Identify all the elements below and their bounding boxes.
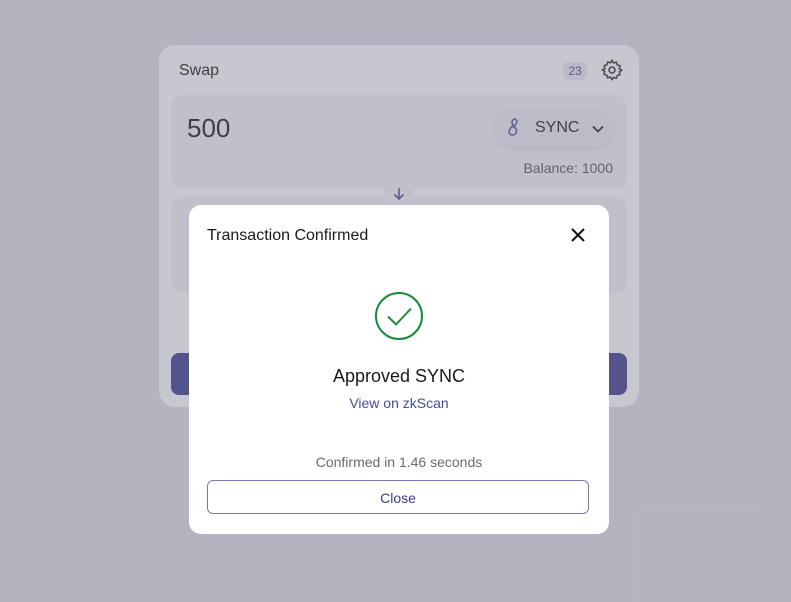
page: Swap 23 500 SYNC Balance: 1000 Transacti… — [0, 0, 791, 602]
close-button[interactable]: Close — [207, 480, 589, 514]
close-icon[interactable] — [569, 226, 587, 244]
view-on-zkscan-link[interactable]: View on zkScan — [189, 395, 609, 411]
transaction-modal: Transaction Confirmed Approved SYNC View… — [189, 205, 609, 534]
check-circle-icon — [375, 292, 423, 340]
approval-status: Approved SYNC — [332, 366, 466, 386]
modal-title: Transaction Confirmed — [207, 227, 369, 244]
confirmation-time: Confirmed in 1.46 seconds — [315, 454, 483, 470]
